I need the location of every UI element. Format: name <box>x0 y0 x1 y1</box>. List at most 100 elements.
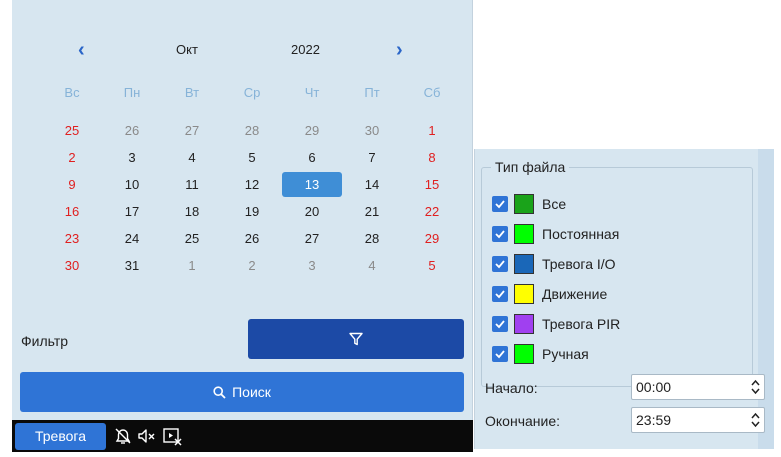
calendar-day[interactable]: 11 <box>162 172 222 197</box>
calendar-header: ‹ Окт 2022 › <box>12 40 473 60</box>
calendar-day[interactable]: 27 <box>282 226 342 251</box>
weekday-tue: Вт <box>184 85 200 100</box>
calendar-day[interactable]: 26 <box>222 226 282 251</box>
file-type-item[interactable]: Движение <box>492 283 607 305</box>
start-time-value: 00:00 <box>636 379 672 395</box>
weekday-wed: Ср <box>243 85 261 100</box>
file-type-item[interactable]: Постоянная <box>492 223 619 245</box>
calendar-day[interactable]: 28 <box>342 226 402 251</box>
weekday-thu: Чт <box>304 85 320 100</box>
calendar-day[interactable]: 20 <box>282 199 342 224</box>
calendar-day[interactable]: 14 <box>342 172 402 197</box>
month-label[interactable]: Окт <box>176 42 198 57</box>
calendar-day[interactable]: 1 <box>402 118 462 143</box>
filter-button[interactable] <box>248 319 464 359</box>
calendar-day[interactable]: 1 <box>162 253 222 278</box>
start-time-field[interactable]: 00:00 <box>631 374 765 400</box>
calendar-day[interactable]: 27 <box>162 118 222 143</box>
scrollbar[interactable] <box>758 149 774 449</box>
weekday-sat: Сб <box>423 85 441 100</box>
file-type-item[interactable]: Ручная <box>492 343 589 365</box>
color-swatch <box>514 254 534 274</box>
weekday-mon: Пн <box>123 85 141 100</box>
calendar-day[interactable]: 10 <box>102 172 162 197</box>
calendar-day[interactable]: 30 <box>42 253 102 278</box>
checkbox[interactable] <box>492 286 508 302</box>
calendar-day[interactable]: 4 <box>162 145 222 170</box>
file-type-label: Тревога I/O <box>542 256 616 272</box>
weekday-sun: Вс <box>64 85 80 100</box>
calendar-day[interactable]: 3 <box>102 145 162 170</box>
calendar-day[interactable]: 25 <box>162 226 222 251</box>
file-type-item[interactable]: Тревога I/O <box>492 253 616 275</box>
calendar-day[interactable]: 25 <box>42 118 102 143</box>
calendar-day[interactable]: 2 <box>222 253 282 278</box>
filter-icon <box>349 332 363 346</box>
calendar-day[interactable]: 26 <box>102 118 162 143</box>
calendar-day[interactable]: 23 <box>42 226 102 251</box>
chevron-left-icon[interactable]: ‹ <box>78 40 85 60</box>
color-swatch <box>514 344 534 364</box>
file-type-label: Движение <box>542 286 608 302</box>
start-time-label: Начало: <box>485 380 538 396</box>
bottom-toolbar: Тревога <box>12 420 473 452</box>
calendar-day[interactable]: 18 <box>162 199 222 224</box>
alarm-tab[interactable]: Тревога <box>15 423 106 450</box>
checkbox[interactable] <box>492 346 508 362</box>
spinner-icon[interactable] <box>750 377 761 397</box>
calendar-day[interactable]: 22 <box>402 199 462 224</box>
calendar-day[interactable]: 9 <box>42 172 102 197</box>
calendar-day[interactable]: 8 <box>402 145 462 170</box>
file-type-item[interactable]: Тревога PIR <box>492 313 620 335</box>
calendar-day[interactable]: 30 <box>342 118 402 143</box>
calendar-day[interactable]: 4 <box>342 253 402 278</box>
calendar-day[interactable]: 2 <box>42 145 102 170</box>
calendar-panel: ‹ Окт 2022 › Вс Пн Вт Ср Чт Пт Сб 25 26 27… <box>12 0 473 420</box>
search-label: Поиск <box>232 384 271 400</box>
calendar-day[interactable]: 6 <box>282 145 342 170</box>
end-time-value: 23:59 <box>636 412 672 428</box>
checkbox[interactable] <box>492 316 508 332</box>
calendar-day[interactable]: 15 <box>402 172 462 197</box>
calendar-day[interactable]: 19 <box>222 199 282 224</box>
color-swatch <box>514 224 534 244</box>
file-type-item[interactable]: Все <box>492 193 566 215</box>
calendar-day[interactable]: 5 <box>402 253 462 278</box>
search-button[interactable]: Поиск <box>20 372 464 412</box>
search-icon <box>213 385 226 399</box>
year-label[interactable]: 2022 <box>291 42 320 57</box>
calendar-day[interactable]: 31 <box>102 253 162 278</box>
end-time-field[interactable]: 23:59 <box>631 407 765 433</box>
end-time-label: Окончание: <box>485 413 560 429</box>
filter-label: Фильтр <box>21 333 69 349</box>
calendar-day[interactable]: 3 <box>282 253 342 278</box>
calendar-day[interactable]: 28 <box>222 118 282 143</box>
file-type-title: Тип файла <box>491 159 570 175</box>
color-swatch <box>514 284 534 304</box>
checkbox[interactable] <box>492 256 508 272</box>
calendar-day[interactable]: 13 <box>282 172 342 197</box>
calendar-day[interactable]: 24 <box>102 226 162 251</box>
calendar-day[interactable]: 29 <box>402 226 462 251</box>
calendar-day[interactable]: 17 <box>102 199 162 224</box>
file-filter-panel: Тип файла Все Постоянная Тревога I/O Движен… <box>474 149 774 449</box>
checkbox[interactable] <box>492 226 508 242</box>
calendar-day[interactable]: 12 <box>222 172 282 197</box>
alarm-bell-icon[interactable] <box>113 426 133 446</box>
mute-icon[interactable] <box>137 426 157 446</box>
weekday-fri: Пт <box>364 85 380 100</box>
spinner-icon[interactable] <box>750 410 761 430</box>
checkbox[interactable] <box>492 196 508 212</box>
file-type-label: Ручная <box>542 346 589 362</box>
empty-area <box>474 0 774 148</box>
color-swatch <box>514 194 534 214</box>
calendar-day[interactable]: 16 <box>42 199 102 224</box>
calendar-day[interactable]: 5 <box>222 145 282 170</box>
chevron-right-icon[interactable]: › <box>396 40 403 60</box>
calendar-day[interactable]: 21 <box>342 199 402 224</box>
file-type-label: Постоянная <box>542 226 620 242</box>
calendar-day[interactable]: 29 <box>282 118 342 143</box>
close-playback-icon[interactable] <box>162 426 182 446</box>
file-type-label: Все <box>542 196 567 212</box>
calendar-day[interactable]: 7 <box>342 145 402 170</box>
